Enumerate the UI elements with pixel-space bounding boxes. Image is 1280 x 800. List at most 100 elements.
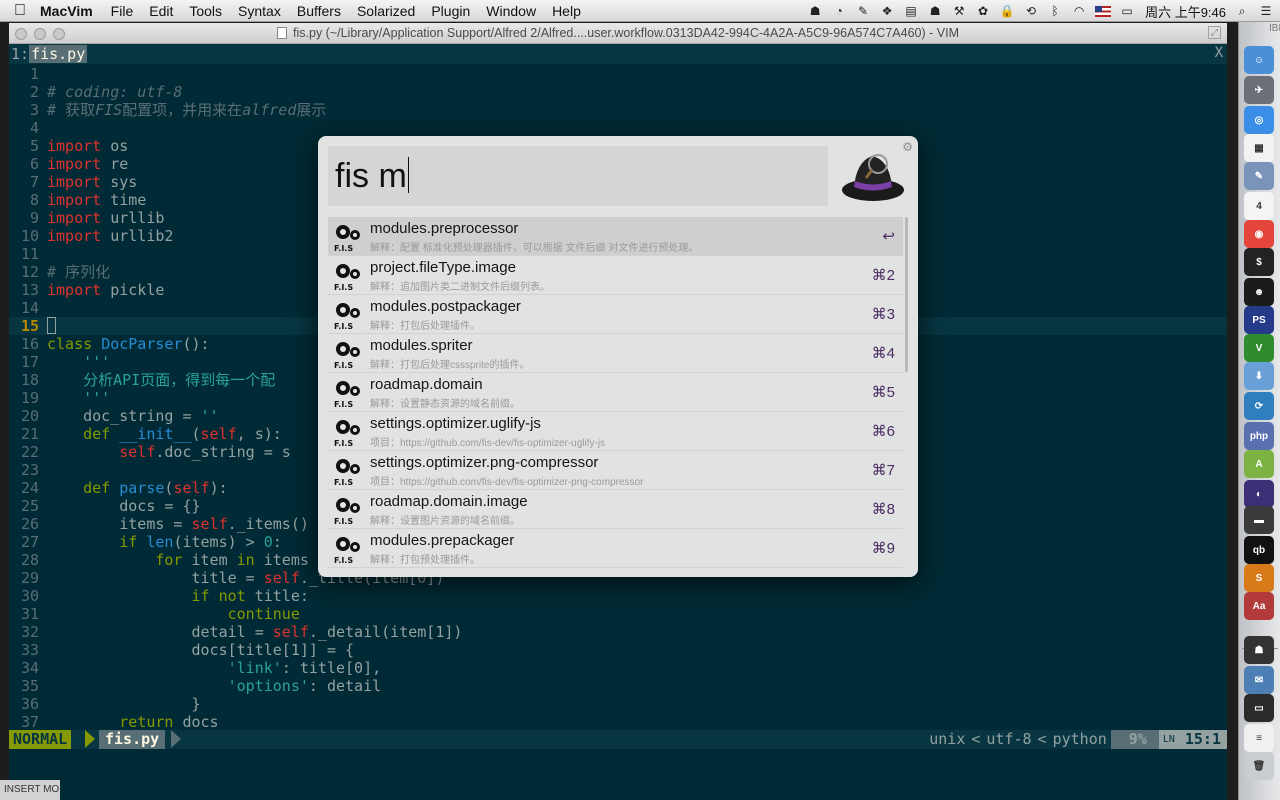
close-window-button[interactable] [15,28,27,40]
line-number: 4 [29,119,39,137]
code-line[interactable]: 33 docs[title[1]] = { [9,641,1227,659]
insert-mode-tab[interactable]: INSERT MO [0,780,60,800]
qq-icon[interactable]: ☻ [1244,278,1274,306]
phpstorm-icon[interactable]: PS [1244,306,1274,334]
trash-icon[interactable]: 🗑 [1244,752,1274,780]
console-icon[interactable]: ▭ [1244,694,1274,722]
menu-file[interactable]: File [103,3,142,19]
menu-edit[interactable]: Edit [141,3,181,19]
code-line[interactable]: 37 return docs [9,713,1227,731]
window-title: fis.py (~/Library/Application Support/Al… [293,26,959,40]
minimize-window-button[interactable] [34,28,46,40]
svg-text:F.I.S: F.I.S [334,517,353,525]
menu-buffers[interactable]: Buffers [289,3,349,19]
preview-icon[interactable]: ✎ [1244,162,1274,190]
line-number: 12 [20,263,39,281]
dictionary-icon[interactable]: Aa [1244,592,1274,620]
alfred-result-item[interactable]: F.I.S roadmap.domain.image 解释：设置图片资源的域名前缀。… [328,490,903,529]
chrome-icon[interactable]: ◉ [1244,220,1274,248]
finder-icon[interactable]: ☺ [1244,46,1274,74]
alfred-result-item[interactable]: F.I.S modules.spriter 解释：打包后处理csssprite的插件… [328,334,903,373]
code-line[interactable]: 4 [9,119,1227,137]
tab-fis-py[interactable]: 1: fis.py [9,45,89,63]
python-icon[interactable]: ✎ [855,4,871,18]
alfred-result-item[interactable]: F.I.S modules.postpackager 解释：打包后处理插件。 ⌘3 [328,295,903,334]
vim-command-line[interactable] [9,749,1227,800]
code-line[interactable]: 36 } [9,695,1227,713]
bluetooth-icon[interactable]: ᛒ [1047,4,1063,18]
app-menu[interactable]: MacVim [40,3,93,19]
code-line[interactable]: 2 # coding: utf-8 [9,83,1227,101]
menu-help[interactable]: Help [544,3,589,19]
alfred-result-item[interactable]: F.I.S settings.optimizer.png-compressor 项目… [328,451,903,490]
result-subtitle: 解释：打包后处理csssprite的插件。 [370,360,530,371]
time-machine-icon[interactable]: ⟲ [1023,4,1039,18]
fullscreen-icon[interactable]: ⤢ [1208,26,1221,39]
code-line[interactable]: 35 'options': detail [9,677,1227,695]
alfred-result-item[interactable]: F.I.S project.fileType.image 解释：追加图片类二进制文件… [328,256,903,295]
calendar-icon[interactable]: 4 [1244,192,1274,220]
menu-tools[interactable]: Tools [181,3,230,19]
line-number: 7 [29,173,39,191]
svg-text:F.I.S: F.I.S [334,400,353,408]
alfred-result-item[interactable]: F.I.S roadmap.domain 解释：设置静态资源的域名前缀。 ⌘5 [328,373,903,412]
notification-center-icon[interactable]: ☰ [1258,4,1274,18]
qb-icon[interactable]: qb [1244,536,1274,564]
menu-solarized[interactable]: Solarized [349,3,423,19]
code-line[interactable]: 31 continue [9,605,1227,623]
paw-icon[interactable]: ✿ [975,4,991,18]
launchpad-icon[interactable]: ✈ [1244,76,1274,104]
menu-plugin[interactable]: Plugin [423,3,478,19]
installer-icon[interactable]: ⬇ [1244,362,1274,390]
clock-sync-icon[interactable]: ◔ [831,4,847,18]
alfred-result-item[interactable]: F.I.S modules.preprocessor 解释：配置 标准化预处理器插件… [328,217,903,256]
code-line[interactable]: 34 'link': title[0], [9,659,1227,677]
alfred-result-item[interactable]: F.I.S modules.prepackager 解释：打包预处理插件。 ⌘9 [328,529,903,568]
us-flag-icon[interactable] [1095,5,1112,17]
sublime-icon[interactable]: S [1244,564,1274,592]
vim-icon[interactable]: V [1244,334,1274,362]
disk-icon[interactable]: ▬ [1244,506,1274,534]
line-number: 21 [20,425,39,443]
code-line[interactable]: 1 [9,65,1227,83]
lock-icon[interactable]: 🔒 [999,4,1015,18]
alfred-hat-icon[interactable]: ☗ [927,4,943,18]
php-icon[interactable]: php [1244,422,1274,450]
tools-icon[interactable]: ⚒ [951,4,967,18]
dropbox-icon[interactable]: ❖ [879,4,895,18]
zoom-window-button[interactable] [53,28,65,40]
mail-icon[interactable]: ✉ [1244,666,1274,694]
code-line[interactable]: 32 detail = self._detail(item[1]) [9,623,1227,641]
menu-window[interactable]: Window [478,3,544,19]
window-titlebar[interactable]: fis.py (~/Library/Application Support/Al… [9,23,1227,44]
code-line[interactable]: 3 # 获取FIS配置项，并用来在alfred展示 [9,101,1227,119]
line-number: 6 [29,155,39,173]
result-title: modules.preprocessor [370,220,519,237]
eclipse-icon[interactable]: ◐ [1244,480,1274,508]
document-proxy-icon[interactable] [277,27,288,39]
browser-icon[interactable]: ⟳ [1244,392,1274,420]
result-subtitle: 解释：配置 标准化预处理器插件，可以根据 文件后缀 对文件进行预处理。 [370,243,699,254]
code-line[interactable]: 30 if not title: [9,587,1227,605]
doc-icon[interactable]: ≡ [1244,724,1274,752]
battery-icon[interactable]: ▭ [1119,4,1135,18]
layers-icon[interactable]: ▤ [903,4,919,18]
apple-icon[interactable]:  [0,2,40,20]
spotlight-icon[interactable]: ⌕ [1234,4,1250,18]
alien-icon[interactable]: ☗ [807,4,823,18]
android-icon[interactable]: A [1244,450,1274,478]
code-text: doc_string = '' [47,407,219,425]
file-encoding: utf-8 [986,730,1032,748]
menu-syntax[interactable]: Syntax [230,3,289,19]
wifi-icon[interactable]: ◠ [1071,4,1087,18]
alfred-result-item[interactable]: F.I.S settings.optimizer.uglify-js 项目：http… [328,412,903,451]
close-tab-button[interactable]: X [1215,45,1223,61]
code-text: # 序列化 [47,263,111,281]
safari-icon[interactable]: ◎ [1244,106,1274,134]
results-scrollbar[interactable] [905,217,908,372]
alfred-dock-icon[interactable]: ☗ [1244,636,1274,664]
terminal-icon[interactable]: $ [1244,248,1274,276]
app-grid-icon[interactable]: ▦ [1244,134,1274,162]
alfred-search-input[interactable]: fis m [328,146,828,206]
clock[interactable]: 周六 上午9:46 [1145,2,1226,21]
